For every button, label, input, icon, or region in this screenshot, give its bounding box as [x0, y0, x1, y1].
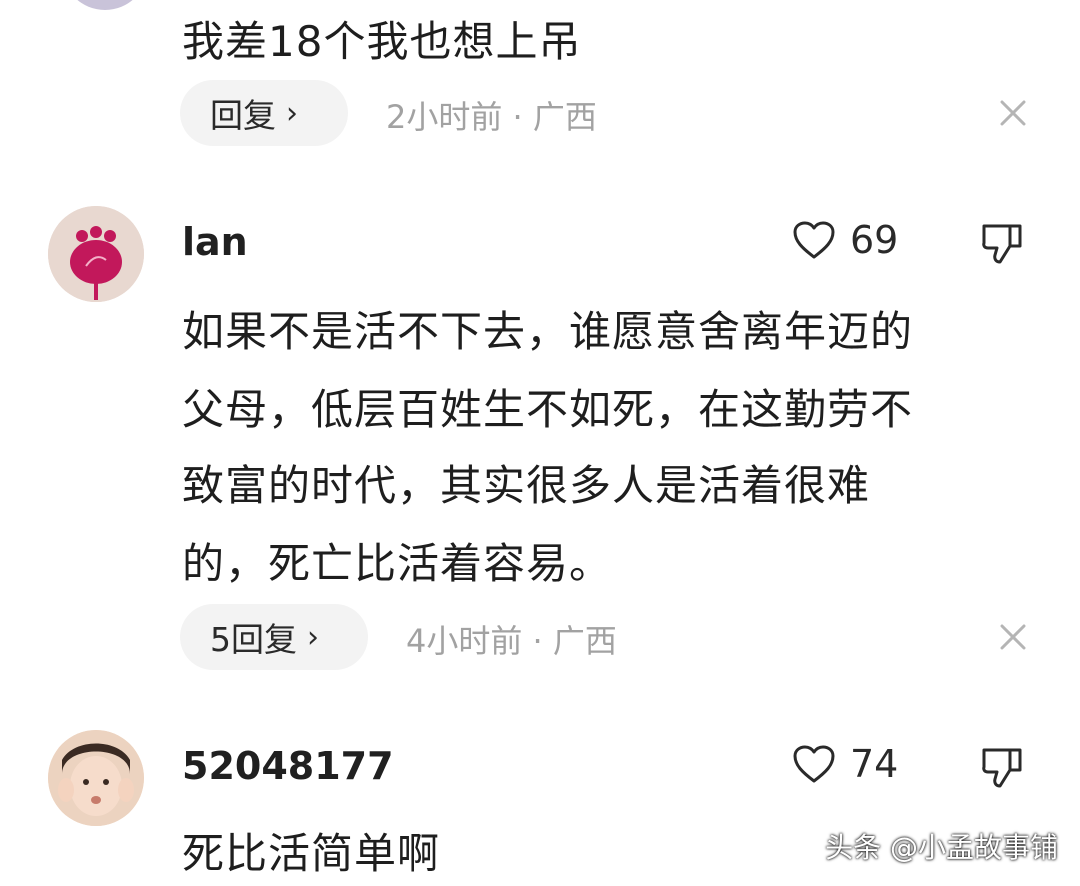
- reply-button[interactable]: 回复 ›: [180, 80, 348, 146]
- heart-outline-icon: [793, 221, 835, 259]
- child-photo-avatar-image: [48, 730, 144, 826]
- watermark: 头条 @小孟故事铺: [825, 831, 1058, 864]
- comment-text-line: 的，死亡比活着容易。: [182, 539, 613, 588]
- close-icon[interactable]: [996, 620, 1030, 654]
- like-button[interactable]: 69: [792, 218, 898, 262]
- comment-text-line: 父母，低层百姓生不如死，在这勤劳不: [182, 385, 914, 434]
- chevron-right-icon: ›: [286, 95, 298, 131]
- comment-text-line: 致富的时代，其实很多人是活着很难: [182, 461, 871, 510]
- like-button[interactable]: 74: [792, 742, 898, 786]
- heart-outline-icon: [793, 745, 835, 783]
- comment-meta: 2小时前 · 广西: [386, 98, 597, 136]
- reply-label: 回复: [210, 96, 276, 135]
- comment-text: 我差18个我也想上吊: [182, 17, 582, 66]
- close-icon[interactable]: [996, 96, 1030, 130]
- flower-avatar-image: [48, 206, 144, 302]
- chevron-right-icon: ›: [307, 619, 319, 655]
- comment-text: 死比活简单啊: [182, 829, 441, 878]
- avatar[interactable]: [48, 730, 144, 826]
- thumbs-down-icon[interactable]: [980, 746, 1026, 794]
- like-count: 74: [850, 742, 899, 786]
- avatar[interactable]: [62, 0, 148, 10]
- comment-text-line: 如果不是活不下去，谁愿意舍离年迈的: [182, 307, 914, 356]
- like-count: 69: [850, 218, 899, 262]
- username[interactable]: lan: [182, 220, 248, 264]
- avatar[interactable]: [48, 206, 144, 302]
- thumbs-down-icon[interactable]: [980, 222, 1026, 270]
- username[interactable]: 52048177: [182, 744, 394, 788]
- reply-label: 5回复: [210, 620, 297, 659]
- reply-button[interactable]: 5回复 ›: [180, 604, 368, 670]
- comment-meta: 4小时前 · 广西: [406, 622, 617, 660]
